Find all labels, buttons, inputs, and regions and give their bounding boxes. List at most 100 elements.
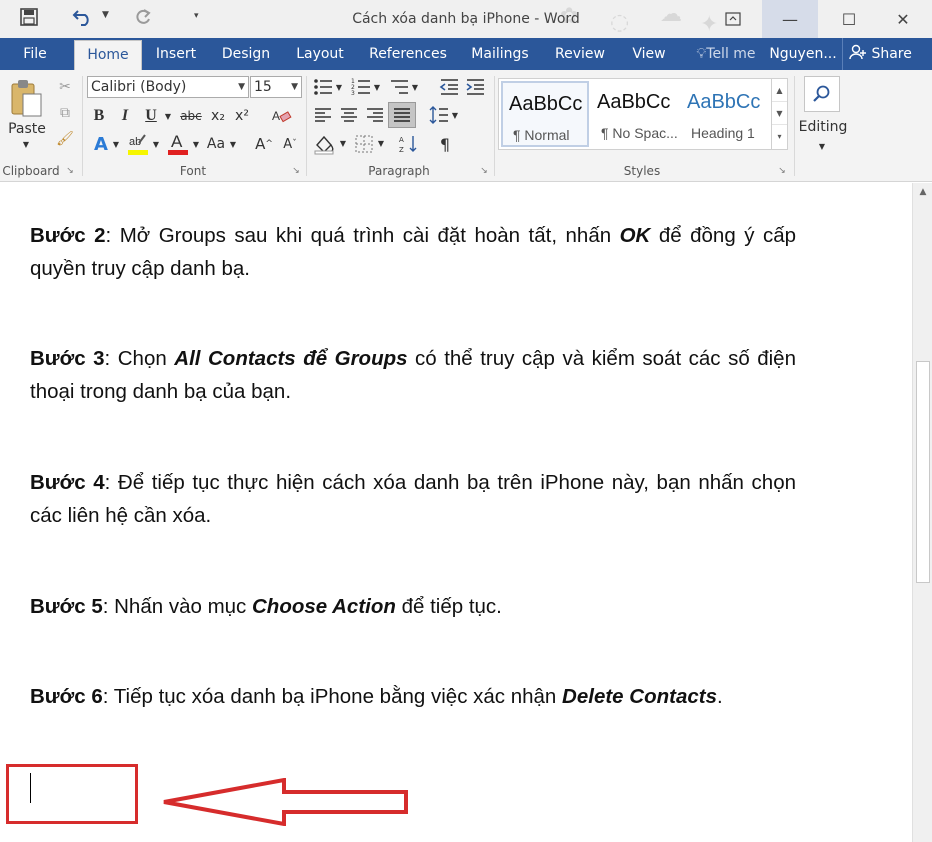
line-spacing-dropdown-icon[interactable]: ▼ bbox=[450, 108, 460, 122]
scroll-down-icon[interactable]: ▼ bbox=[772, 102, 787, 125]
font-size-combo[interactable]: 15 ▼ bbox=[250, 76, 302, 98]
borders-icon[interactable] bbox=[352, 132, 376, 156]
maximize-button[interactable]: ☐ bbox=[826, 0, 872, 38]
bullets-dropdown-icon[interactable]: ▼ bbox=[334, 80, 344, 94]
tab-view[interactable]: View bbox=[622, 38, 676, 70]
scrollbar-thumb[interactable] bbox=[916, 361, 930, 583]
clear-formatting-icon[interactable]: A bbox=[270, 106, 294, 126]
shading-icon[interactable] bbox=[312, 132, 336, 156]
justify-icon[interactable] bbox=[388, 102, 416, 128]
text-effects-dropdown-icon[interactable]: ▼ bbox=[111, 136, 121, 152]
more-styles-icon[interactable]: ▾ bbox=[772, 125, 787, 148]
separator bbox=[494, 76, 495, 176]
close-button[interactable]: ✕ bbox=[880, 0, 926, 38]
styles-launcher-icon[interactable]: ↘ bbox=[776, 165, 788, 177]
lightbulb-icon: 💡︎ bbox=[696, 46, 707, 62]
svg-text:A: A bbox=[399, 136, 404, 144]
highlight-dropdown-icon[interactable]: ▼ bbox=[151, 136, 161, 152]
align-right-icon[interactable] bbox=[364, 104, 386, 126]
svg-text:A: A bbox=[171, 132, 183, 151]
style-no-spacing[interactable]: AaBbCc ¶ No Spac... bbox=[591, 81, 679, 147]
change-case-dropdown-icon[interactable]: ▼ bbox=[228, 136, 238, 152]
copy-icon[interactable]: ⧉ bbox=[54, 102, 76, 124]
underline-dropdown-icon[interactable]: ▼ bbox=[162, 108, 174, 124]
align-left-icon[interactable] bbox=[312, 104, 334, 126]
font-launcher-icon[interactable]: ↘ bbox=[290, 165, 302, 177]
paragraph-launcher-icon[interactable]: ↘ bbox=[478, 165, 490, 177]
svg-text:3: 3 bbox=[351, 90, 355, 96]
scroll-up-arrow-icon[interactable]: ▲ bbox=[913, 187, 932, 197]
highlight-icon[interactable]: ab bbox=[126, 130, 150, 158]
bold-button[interactable]: B bbox=[90, 106, 108, 126]
align-center-icon[interactable] bbox=[338, 104, 360, 126]
line-spacing-icon[interactable] bbox=[428, 104, 450, 126]
chevron-down-icon: ▼ bbox=[291, 82, 298, 92]
minimize-button[interactable]: — bbox=[762, 0, 818, 38]
separator bbox=[82, 76, 83, 176]
shading-dropdown-icon[interactable]: ▼ bbox=[338, 136, 348, 150]
numbering-dropdown-icon[interactable]: ▼ bbox=[372, 80, 382, 94]
tab-design[interactable]: Design bbox=[214, 38, 278, 70]
tab-review[interactable]: Review bbox=[548, 38, 612, 70]
tab-layout[interactable]: Layout bbox=[288, 38, 352, 70]
paragraph-step-2: Bước 2: Mở Groups sau khi quá trình cài … bbox=[30, 224, 796, 280]
styles-gallery-scroll: ▲ ▼ ▾ bbox=[771, 79, 787, 149]
account-name[interactable]: Nguyen... bbox=[766, 38, 840, 70]
paste-dropdown-icon[interactable]: ▼ bbox=[20, 138, 32, 150]
font-name-combo[interactable]: Calibri (Body) ▼ bbox=[87, 76, 249, 98]
decrease-indent-icon[interactable] bbox=[438, 76, 460, 98]
sort-icon[interactable]: AZ bbox=[398, 132, 420, 156]
text-effects-icon[interactable]: A bbox=[90, 132, 112, 156]
document-page[interactable]: Bước 2: Mở Groups sau khi quá trình cài … bbox=[0, 183, 912, 842]
cut-icon[interactable]: ✂ bbox=[54, 76, 76, 98]
separator bbox=[794, 76, 795, 176]
paragraph-step-3: Bước 3: Chọn All Contacts để Groups có t… bbox=[30, 347, 796, 403]
styles-group-label: Styles bbox=[623, 164, 661, 178]
font-color-icon[interactable]: A bbox=[166, 130, 190, 158]
tab-home[interactable]: Home bbox=[74, 40, 142, 70]
style-heading-1[interactable]: AaBbCc Heading 1 bbox=[681, 81, 771, 147]
shrink-font-icon[interactable]: Aˇ bbox=[280, 132, 300, 156]
borders-dropdown-icon[interactable]: ▼ bbox=[376, 136, 386, 150]
ribbon-display-options-button[interactable] bbox=[710, 0, 756, 38]
style-normal[interactable]: AaBbCc ¶ Normal bbox=[501, 81, 589, 147]
tell-me-box[interactable]: 💡︎Tell me bbox=[688, 38, 764, 70]
search-icon[interactable] bbox=[804, 76, 840, 112]
tab-references[interactable]: References bbox=[360, 38, 456, 70]
increase-indent-icon[interactable] bbox=[464, 76, 486, 98]
paragraph-step-4: Bước 4: Để tiếp tục thực hiện cách xóa d… bbox=[30, 471, 796, 527]
editing-button[interactable]: Editing bbox=[798, 118, 848, 136]
separator bbox=[306, 76, 307, 176]
show-formatting-icon[interactable]: ¶ bbox=[434, 132, 456, 156]
scroll-up-icon[interactable]: ▲ bbox=[772, 79, 787, 102]
title-bar: ✿ ◌ ☁ ✦ ▼ ▾ Cách xóa danh bạ iPhone - Wo… bbox=[0, 0, 932, 38]
subscript-button[interactable]: x₂ bbox=[208, 106, 228, 126]
underline-button[interactable]: U bbox=[142, 106, 160, 126]
svg-text:A: A bbox=[272, 109, 280, 123]
superscript-button[interactable]: x² bbox=[232, 106, 252, 126]
tab-file[interactable]: File bbox=[0, 38, 70, 70]
person-icon bbox=[849, 44, 871, 62]
grow-font-icon[interactable]: A ^ bbox=[254, 132, 274, 156]
clipboard-group-label: Clipboard bbox=[2, 164, 60, 178]
editing-dropdown-icon[interactable]: ▼ bbox=[816, 140, 828, 152]
clipboard-launcher-icon[interactable]: ↘ bbox=[64, 165, 76, 177]
paste-button[interactable]: Paste bbox=[4, 120, 50, 138]
italic-button[interactable]: I bbox=[116, 106, 134, 126]
font-color-dropdown-icon[interactable]: ▼ bbox=[191, 136, 201, 152]
tab-mailings[interactable]: Mailings bbox=[462, 38, 538, 70]
bullets-icon[interactable] bbox=[312, 76, 334, 98]
paragraph-group-label: Paragraph bbox=[368, 164, 430, 178]
paste-icon[interactable] bbox=[6, 76, 46, 120]
multilevel-dropdown-icon[interactable]: ▼ bbox=[410, 80, 420, 94]
change-case-button[interactable]: Aa bbox=[204, 132, 228, 156]
font-group-label: Font bbox=[179, 164, 207, 178]
vertical-scrollbar[interactable]: ▲ bbox=[912, 183, 932, 842]
numbering-icon[interactable]: 123 bbox=[350, 76, 372, 98]
tab-insert[interactable]: Insert bbox=[146, 38, 206, 70]
annotation-arrow-icon bbox=[163, 778, 408, 826]
strikethrough-button[interactable]: abc bbox=[178, 106, 204, 126]
share-button[interactable]: Share bbox=[842, 38, 932, 70]
format-painter-icon[interactable]: 🖌︎ bbox=[54, 128, 76, 150]
multilevel-list-icon[interactable] bbox=[388, 76, 410, 98]
